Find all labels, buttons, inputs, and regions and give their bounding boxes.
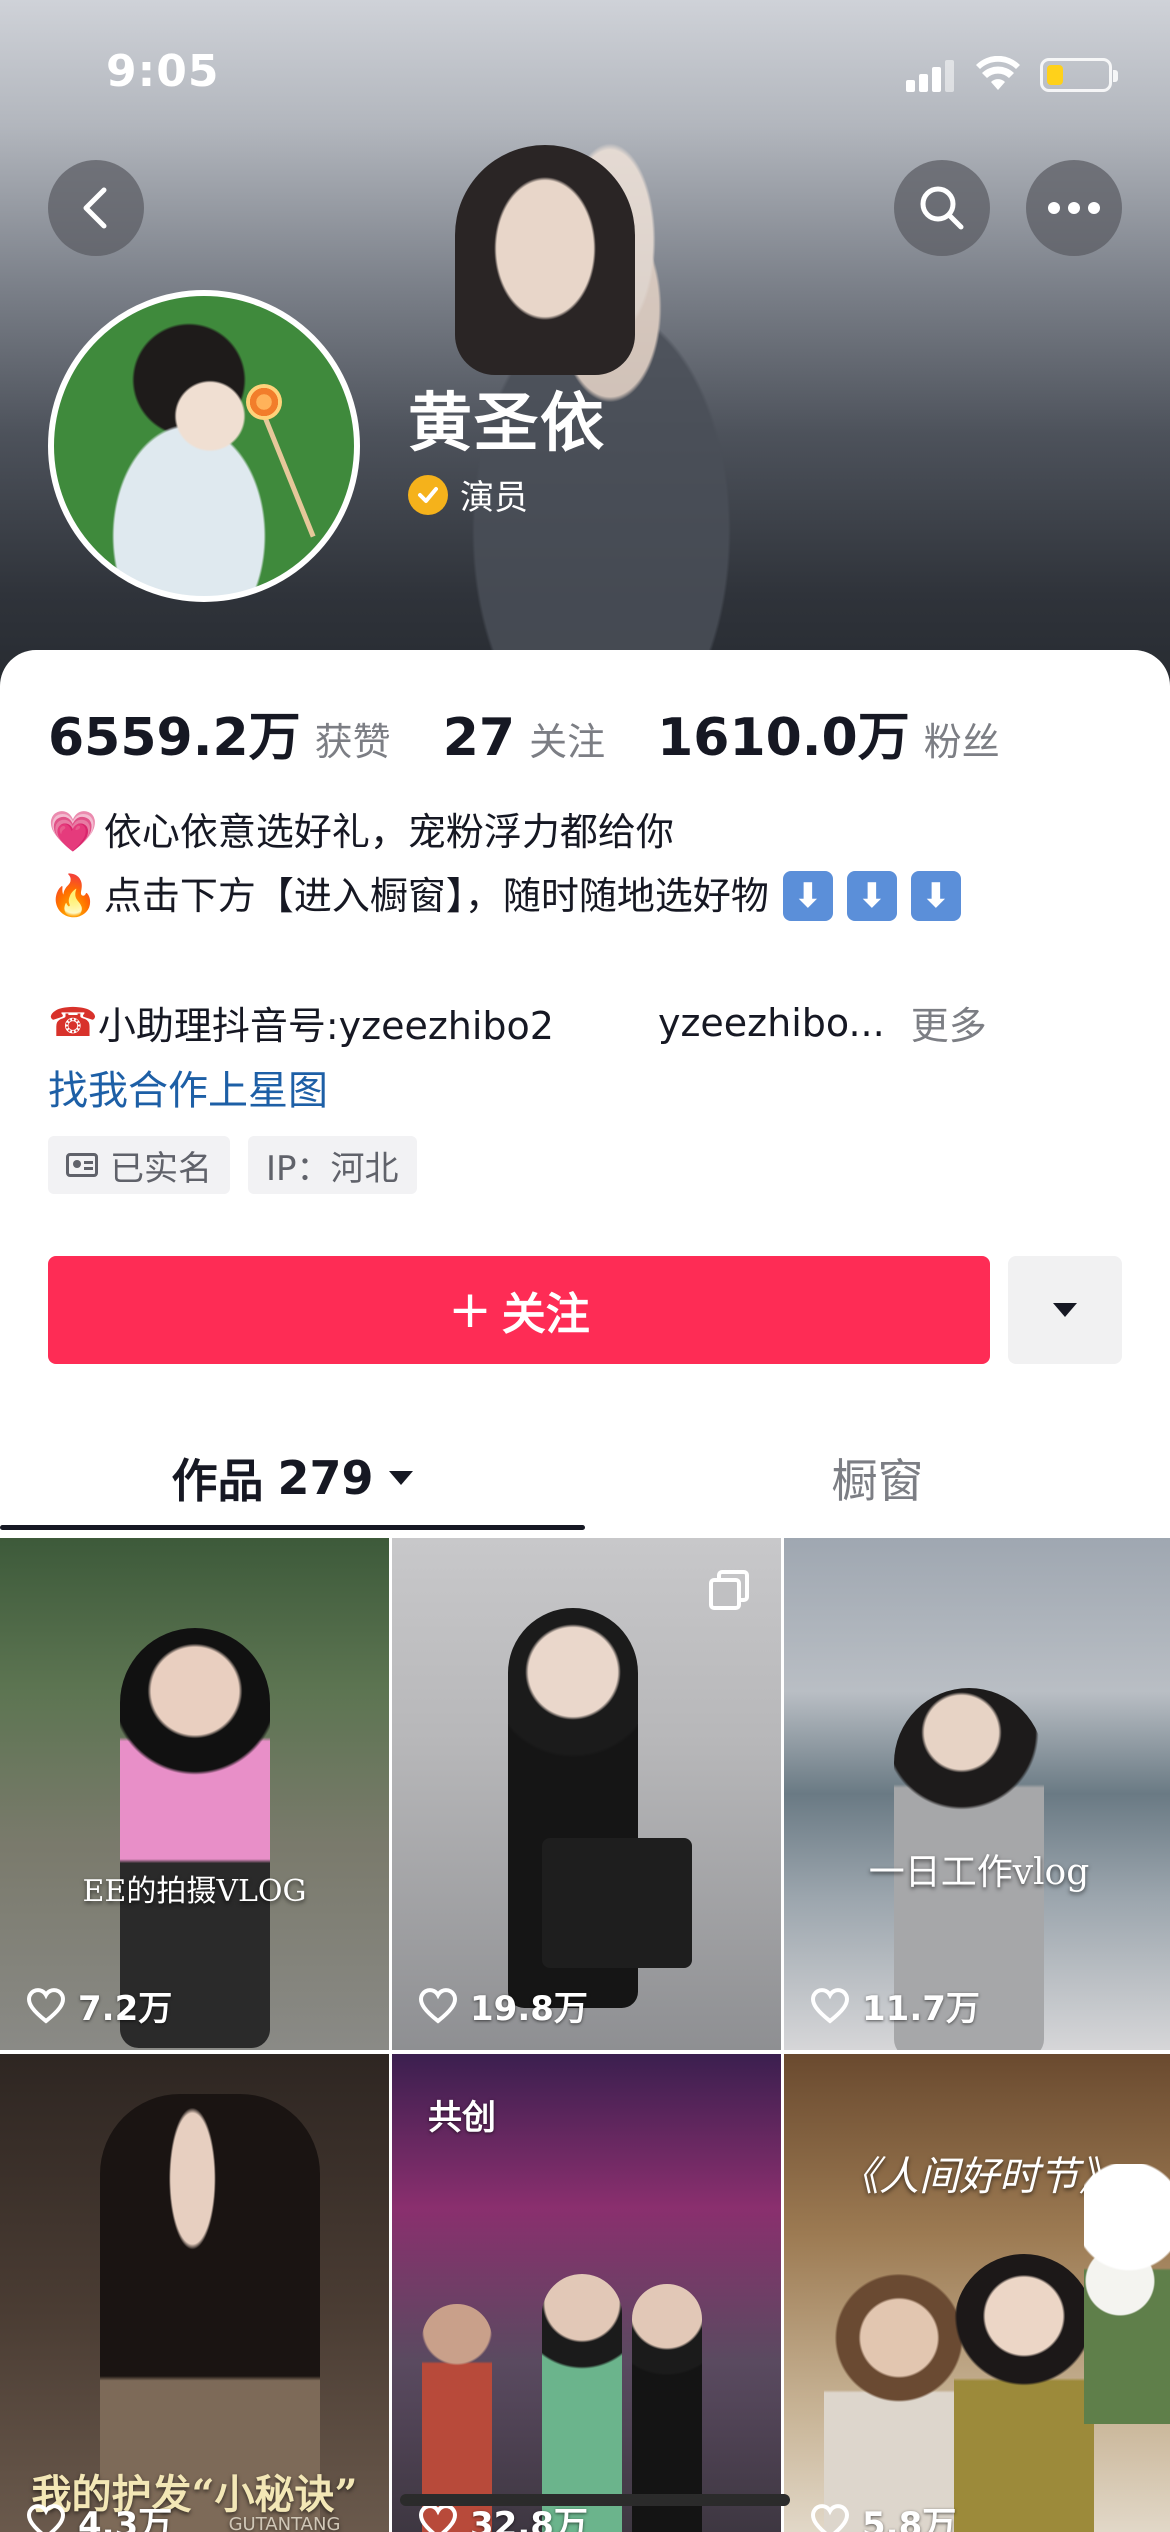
plus-icon: + xyxy=(448,1280,492,1340)
followers-label[interactable]: 粉丝 xyxy=(924,711,1000,766)
verified-check-icon xyxy=(408,474,448,515)
co-creation-label: 共创 xyxy=(428,2098,496,2138)
video-likes-count: 19.8万 xyxy=(470,1989,588,2029)
wifi-icon xyxy=(976,56,1020,90)
video-likes: 7.2万 xyxy=(26,1981,172,2030)
heart-outline-icon xyxy=(810,2503,850,2532)
more-options-button[interactable] xyxy=(1026,160,1122,256)
video-likes-count: 4.3万 xyxy=(78,2505,173,2532)
avatar-detail xyxy=(262,415,316,538)
heart-icon: 💗 xyxy=(48,809,98,855)
bio-text-2: 点击下方【进入橱窗】，随时随地选好物 xyxy=(103,874,769,918)
verification-label: 演员 xyxy=(460,478,528,518)
bio-contact: 小助理抖音号:yzeezhibo2 xyxy=(97,1004,554,1048)
video-tile[interactable]: 共创 32.8万 xyxy=(392,2054,781,2532)
video-likes-count: 7.2万 xyxy=(78,1989,173,2029)
cover-photo-portrait xyxy=(455,145,635,375)
profile-name: 黄圣依 xyxy=(408,387,606,461)
following-count[interactable]: 27 xyxy=(443,708,515,768)
profile-stats: 6559.2万 获赞 27 关注 1610.0万 粉丝 xyxy=(48,695,1000,770)
video-caption: EE的拍摄VLOG xyxy=(82,1874,307,1909)
bio-line-2: 🔥 点击下方【进入橱窗】，随时随地选好物 ⬇ ⬇ ⬇ xyxy=(48,864,1128,928)
search-icon xyxy=(920,186,964,230)
bio-text-1: 依心依意选好礼，宠粉浮力都给你 xyxy=(103,810,674,854)
tab-works[interactable]: 作品 279 xyxy=(0,1430,585,1526)
likes-label: 获赞 xyxy=(314,720,391,764)
battery-icon xyxy=(1040,58,1118,92)
avatar-detail xyxy=(246,384,282,420)
arrow-down-icon: ⬇ xyxy=(910,871,961,921)
video-tile[interactable]: 我的护发“小秘诀” GUTANTANG 4.3万 xyxy=(0,2054,389,2532)
tab-works-count: 279 xyxy=(277,1451,374,1505)
chair xyxy=(542,1838,692,1968)
multi-image-icon xyxy=(709,1570,749,1610)
heart-outline-icon xyxy=(26,2503,66,2532)
heart-outline-icon xyxy=(810,1987,850,2024)
bio-contact-secondary: yzeezhibo... xyxy=(657,1000,885,1045)
heart-outline-icon xyxy=(418,2503,458,2532)
tab-shop[interactable]: 橱窗 xyxy=(585,1430,1170,1526)
video-tile[interactable]: EE的拍摄VLOG 7.2万 xyxy=(0,1538,389,2050)
bio-line-1: 💗 依心依意选好礼，宠粉浮力都给你 xyxy=(48,800,1128,864)
follow-label: 关注 xyxy=(501,1289,590,1340)
heart-outline-icon xyxy=(26,1987,66,2024)
arrow-down-icon: ⬇ xyxy=(782,871,833,921)
flower-vase xyxy=(1084,2164,1170,2424)
video-likes-count: 5.8万 xyxy=(862,2505,957,2532)
active-tab-indicator xyxy=(0,1525,585,1530)
following-label[interactable]: 关注 xyxy=(529,711,605,766)
ellipsis-icon xyxy=(1048,202,1100,214)
chevron-left-icon xyxy=(83,187,107,229)
bio-more-link[interactable]: 更多 xyxy=(911,995,987,1050)
ip-location-tag: IP：河北 xyxy=(248,1136,417,1194)
video-likes: 11.7万 xyxy=(810,1981,980,2030)
video-likes: 4.3万 xyxy=(26,2497,172,2532)
likes-count: 6559.2万 xyxy=(48,708,301,768)
avatar[interactable] xyxy=(48,290,360,602)
status-time: 9:05 xyxy=(106,46,220,97)
ip-location-label: IP：河北 xyxy=(266,1148,399,1189)
phone-icon: ☎ xyxy=(48,999,98,1046)
profile-tabs: 作品 279 橱窗 xyxy=(0,1430,1170,1530)
video-grid: EE的拍摄VLOG 7.2万 19.8万 一日工作vlog 11.7万 我的护发… xyxy=(0,1538,1170,2532)
caret-down-icon xyxy=(388,1471,413,1485)
search-button[interactable] xyxy=(894,160,990,256)
verification-row: 演员 xyxy=(408,470,528,519)
video-tile[interactable]: 19.8万 xyxy=(392,1538,781,2050)
real-name-tag: 已实名 xyxy=(48,1136,230,1194)
arrow-down-icon: ⬇ xyxy=(846,871,897,921)
cellular-signal-icon xyxy=(906,58,954,92)
fire-icon: 🔥 xyxy=(48,873,98,919)
id-card-icon xyxy=(66,1153,98,1177)
video-likes: 19.8万 xyxy=(418,1981,588,2030)
video-tile[interactable]: 一日工作vlog 11.7万 xyxy=(784,1538,1170,2050)
video-caption: 一日工作vlog xyxy=(868,1852,1090,1893)
battery-level xyxy=(1047,65,1063,85)
caret-down-icon xyxy=(1053,1303,1077,1317)
heart-outline-icon xyxy=(418,1987,458,2024)
back-button[interactable] xyxy=(48,160,144,256)
tab-works-label: 作品 xyxy=(171,1454,264,1508)
real-name-label: 已实名 xyxy=(110,1148,212,1189)
recommend-dropdown-button[interactable] xyxy=(1008,1256,1122,1364)
status-bar: 9:05 xyxy=(0,0,1170,140)
video-tile[interactable]: 《人间好时节》 5.8万 xyxy=(784,2054,1170,2532)
video-likes: 5.8万 xyxy=(810,2497,956,2532)
video-likes-count: 11.7万 xyxy=(862,1989,980,2029)
bio-contact-line[interactable]: ☎ 小助理抖音号:yzeezhibo2 yzeezhibo... 更多 xyxy=(48,995,1128,1050)
bio: 💗 依心依意选好礼，宠粉浮力都给你 🔥 点击下方【进入橱窗】，随时随地选好物 ⬇… xyxy=(48,800,1128,928)
profile-tags: 已实名 IP：河北 xyxy=(48,1136,417,1194)
follow-button[interactable]: + 关注 xyxy=(48,1256,990,1364)
home-indicator[interactable] xyxy=(400,2494,790,2506)
star-map-link[interactable]: 找我合作上星图 xyxy=(48,1058,328,1116)
followers-count[interactable]: 1610.0万 xyxy=(657,695,910,770)
